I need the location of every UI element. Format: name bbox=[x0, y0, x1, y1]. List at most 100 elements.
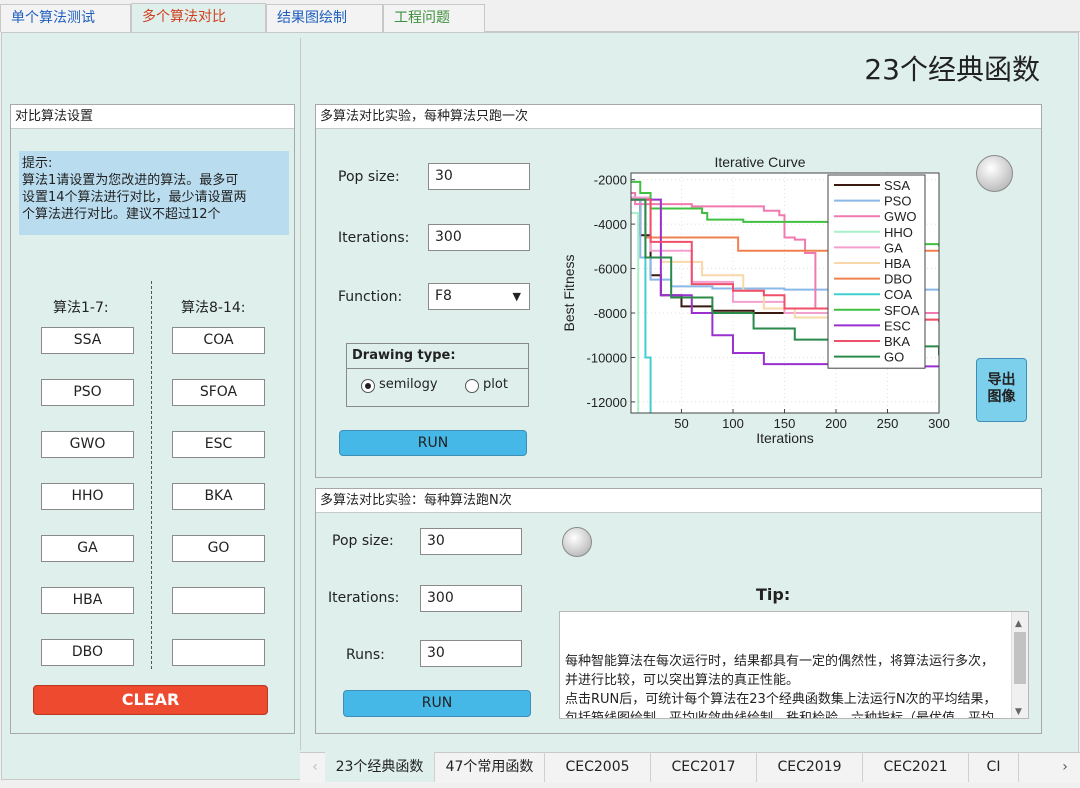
bottom-tab[interactable]: CEC2019 bbox=[757, 752, 863, 782]
iterations-input[interactable]: 300 bbox=[428, 224, 530, 251]
run-button[interactable]: RUN bbox=[339, 430, 527, 456]
y-tick-label: -10000 bbox=[587, 350, 627, 365]
pop-size-label: Pop size: bbox=[332, 533, 394, 549]
tab-result-plot[interactable]: 结果图绘制 bbox=[266, 4, 383, 32]
bottom-tab[interactable]: 47个常用函数 bbox=[435, 752, 545, 782]
status-lamp bbox=[562, 527, 592, 557]
legend-label: PSO bbox=[884, 194, 911, 209]
tip-text-area[interactable]: 每种智能算法在每次运行时，结果都具有一定的偶然性，将算法运行多次，并进行比较，可… bbox=[559, 611, 1029, 719]
legend-label: BKA bbox=[884, 334, 910, 349]
single-run-panel: 多算法对比实验，每种算法只跑一次 Pop size: 30 Iterations… bbox=[315, 104, 1042, 478]
function-select[interactable]: F8 ▼ bbox=[428, 283, 530, 310]
radio-dot bbox=[365, 383, 371, 389]
bottom-tab[interactable]: 23个经典函数 bbox=[325, 752, 435, 782]
chevron-down-icon: ▼ bbox=[512, 290, 521, 303]
scroll-down-icon[interactable]: ▼ bbox=[1015, 703, 1022, 718]
legend-label: SFOA bbox=[884, 303, 920, 318]
algorithm-input[interactable] bbox=[172, 587, 265, 614]
algorithm-input[interactable]: GO bbox=[172, 535, 265, 562]
iterations-label: Iterations: bbox=[338, 230, 410, 246]
scroll-thumb[interactable] bbox=[1014, 632, 1026, 684]
column-divider bbox=[151, 281, 152, 669]
tab-single-algorithm[interactable]: 单个算法测试 bbox=[0, 4, 131, 32]
algorithm-input[interactable]: SSA bbox=[41, 327, 134, 354]
panel-title: 多算法对比实验，每种算法只跑一次 bbox=[316, 105, 1041, 129]
y-tick-label: -12000 bbox=[587, 395, 627, 410]
bottom-tab[interactable]: CEC2005 bbox=[545, 752, 651, 782]
chevron-right-icon[interactable]: › bbox=[1055, 752, 1075, 782]
x-tick-label: 250 bbox=[877, 416, 899, 431]
group-divider bbox=[347, 368, 528, 369]
page-title: 23个经典函数 bbox=[864, 53, 1040, 86]
y-axis-label: Best Fitness bbox=[561, 254, 577, 331]
radio-semilogy[interactable] bbox=[361, 379, 375, 393]
y-tick-label: -2000 bbox=[594, 173, 627, 188]
tip-label: Tip: bbox=[756, 585, 791, 604]
algorithm-input[interactable]: HBA bbox=[41, 587, 134, 614]
algorithm-input[interactable]: GWO bbox=[41, 431, 134, 458]
chevron-left-icon[interactable]: ‹ bbox=[305, 752, 325, 782]
chart-title: Iterative Curve bbox=[714, 154, 805, 170]
tip-text: 每种智能算法在每次运行时，结果都具有一定的偶然性，将算法运行多次，并进行比较，可… bbox=[565, 654, 997, 719]
multi-run-panel: 多算法对比实验：每种算法跑N次 Pop size: 30 Iterations:… bbox=[315, 488, 1042, 734]
radio-plot[interactable] bbox=[465, 379, 479, 393]
tab-engineering[interactable]: 工程问题 bbox=[383, 4, 485, 32]
tab-multi-algorithm[interactable]: 多个算法对比 bbox=[131, 3, 266, 33]
drawing-type-label: Drawing type: bbox=[352, 348, 456, 363]
algorithm-input[interactable]: BKA bbox=[172, 483, 265, 510]
pop-size-label: Pop size: bbox=[338, 169, 400, 185]
pop-size-input[interactable]: 30 bbox=[420, 528, 522, 555]
algorithm-settings-panel: 对比算法设置 提示: 算法1请设置为您改进的算法。最多可 设置14个算法进行对比… bbox=[10, 104, 295, 734]
bottom-tab[interactable]: CEC2017 bbox=[651, 752, 757, 782]
legend-label: GA bbox=[884, 240, 903, 255]
legend-label: HBA bbox=[884, 256, 911, 271]
panel-title: 对比算法设置 bbox=[11, 105, 294, 129]
algorithm-input[interactable]: SFOA bbox=[172, 379, 265, 406]
status-lamp bbox=[976, 155, 1013, 192]
iterations-label: Iterations: bbox=[328, 590, 400, 606]
algorithm-input[interactable]: DBO bbox=[41, 639, 134, 666]
algorithm-input[interactable]: HHO bbox=[41, 483, 134, 510]
y-tick-label: -4000 bbox=[594, 217, 627, 232]
legend-label: GWO bbox=[884, 209, 917, 224]
tab-label: 单个算法测试 bbox=[11, 10, 95, 26]
algorithm-input[interactable]: ESC bbox=[172, 431, 265, 458]
col1-label: 算法1-7: bbox=[53, 300, 109, 316]
x-tick-label: 100 bbox=[722, 416, 744, 431]
legend-label: ESC bbox=[884, 318, 911, 333]
legend-label: DBO bbox=[884, 272, 912, 287]
bottom-tab[interactable]: CEC2021 bbox=[863, 752, 969, 782]
iterations-input[interactable]: 300 bbox=[420, 585, 522, 612]
pop-size-input[interactable]: 30 bbox=[428, 163, 530, 190]
tab-label: 结果图绘制 bbox=[277, 10, 347, 26]
legend-label: GO bbox=[884, 350, 904, 365]
algorithm-input[interactable]: COA bbox=[172, 327, 265, 354]
tip-scrollbar[interactable]: ▲ ▼ bbox=[1011, 612, 1028, 718]
bottom-tab[interactable]: CI bbox=[969, 752, 1019, 782]
x-tick-label: 200 bbox=[825, 416, 847, 431]
legend-label: SSA bbox=[884, 178, 910, 193]
tab-label: 工程问题 bbox=[394, 10, 450, 26]
hint-box: 提示: 算法1请设置为您改进的算法。最多可 设置14个算法进行对比，最少请设置两… bbox=[19, 151, 289, 235]
y-tick-label: -8000 bbox=[594, 306, 627, 321]
radio-plot-label: plot bbox=[483, 377, 508, 392]
run-n-button[interactable]: RUN bbox=[343, 690, 531, 717]
drawing-type-group: Drawing type: semilogy plot bbox=[346, 343, 529, 407]
legend-label: HHO bbox=[884, 225, 913, 240]
function-value: F8 bbox=[435, 288, 452, 304]
clear-button[interactable]: CLEAR bbox=[33, 685, 268, 715]
x-axis-label: Iterations bbox=[756, 430, 814, 446]
legend-label: COA bbox=[884, 287, 913, 302]
runs-input[interactable]: 30 bbox=[420, 640, 522, 667]
x-tick-label: 300 bbox=[928, 416, 950, 431]
algorithm-input[interactable] bbox=[172, 639, 265, 666]
algorithm-input[interactable]: GA bbox=[41, 535, 134, 562]
col2-label: 算法8-14: bbox=[181, 300, 246, 316]
algorithm-input[interactable]: PSO bbox=[41, 379, 134, 406]
y-tick-label: -6000 bbox=[594, 262, 627, 277]
radio-semilogy-label: semilogy bbox=[379, 377, 438, 392]
panel-title: 多算法对比实验：每种算法跑N次 bbox=[316, 489, 1041, 513]
runs-label: Runs: bbox=[346, 647, 385, 663]
tab-label: 多个算法对比 bbox=[142, 9, 226, 25]
export-image-button[interactable]: 导出 图像 bbox=[976, 358, 1027, 422]
